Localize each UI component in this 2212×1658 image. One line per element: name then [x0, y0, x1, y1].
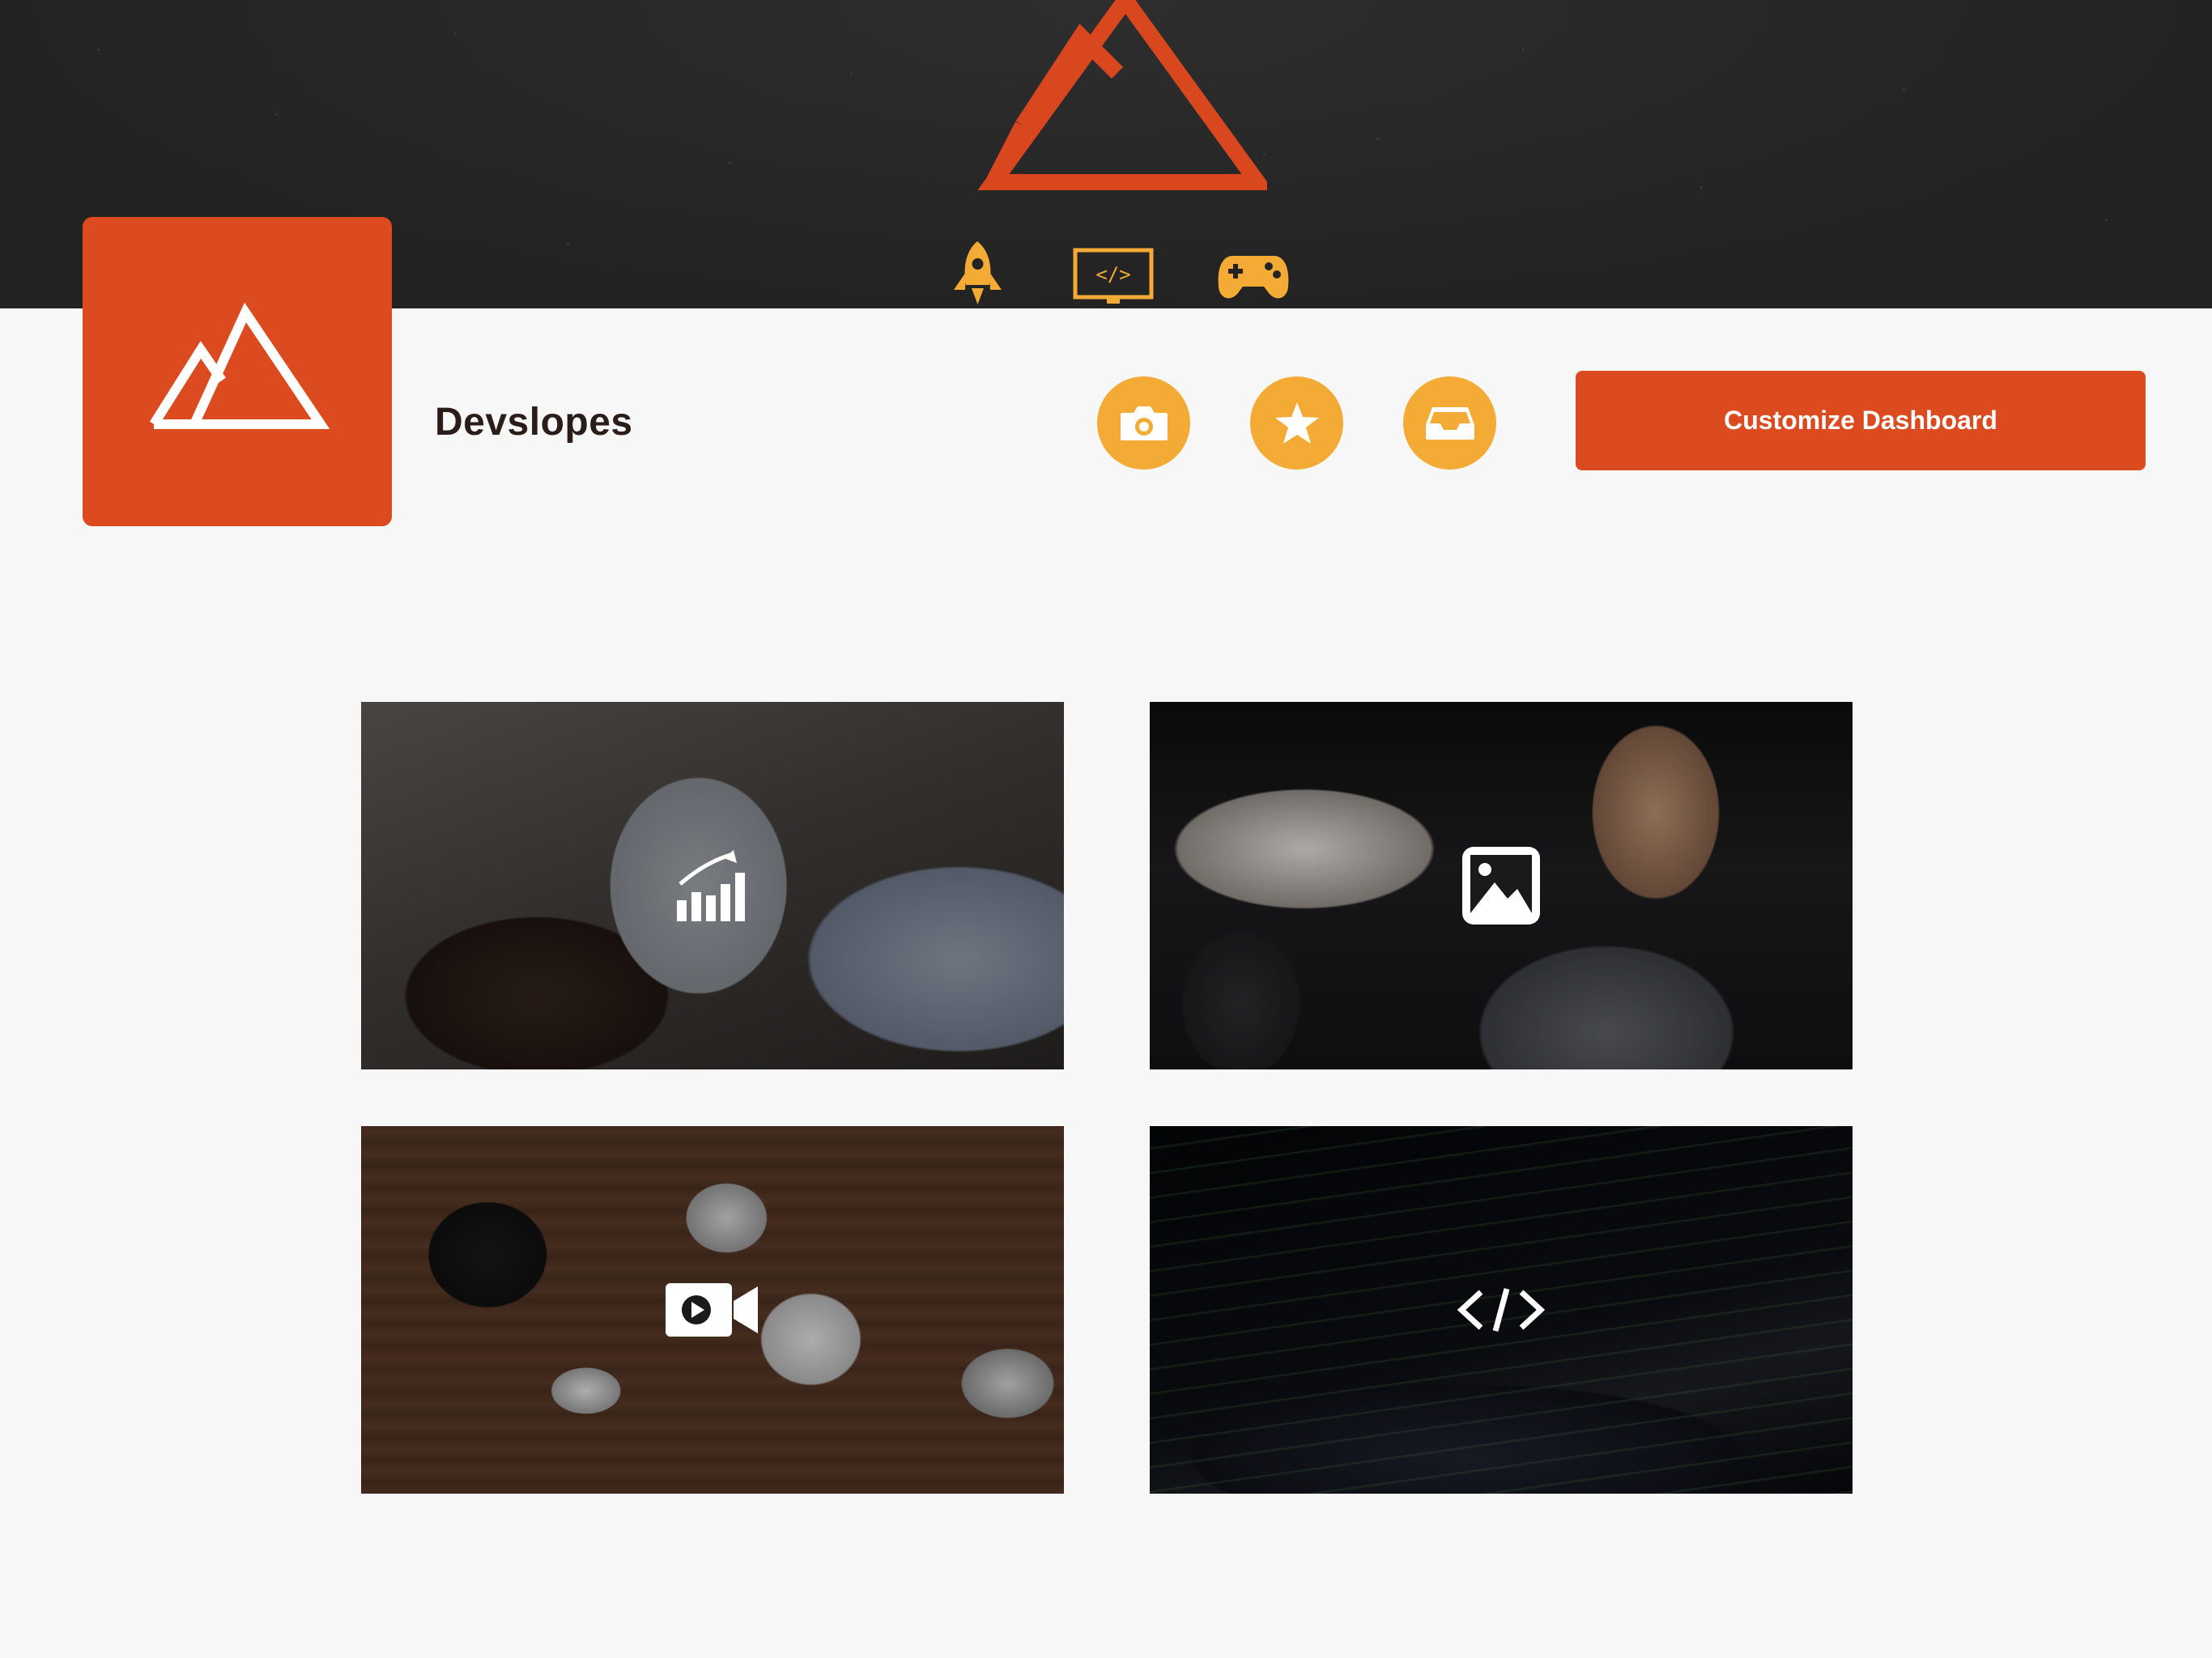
svg-text:</>: </> — [1095, 263, 1130, 286]
inbox-icon — [1425, 406, 1474, 440]
camera-button[interactable] — [1097, 376, 1190, 470]
nav-code[interactable]: </> — [1073, 248, 1154, 308]
rocket-icon — [954, 241, 1002, 304]
inbox-button[interactable] — [1403, 376, 1496, 470]
star-icon — [1274, 402, 1319, 444]
image-icon — [1462, 847, 1540, 925]
camera-icon — [1120, 406, 1168, 440]
nav-rocket[interactable] — [947, 240, 1008, 308]
chart-icon — [677, 850, 745, 921]
code-monitor-icon: </> — [1073, 248, 1154, 304]
profile-avatar — [83, 217, 392, 526]
card-images[interactable] — [1150, 702, 1853, 1069]
card-analytics[interactable] — [361, 702, 1064, 1069]
favorites-button[interactable] — [1250, 376, 1343, 470]
gamepad-icon — [1218, 256, 1289, 299]
video-camera-icon — [666, 1283, 758, 1337]
profile-name: Devslopes — [435, 401, 633, 444]
customize-dashboard-button[interactable]: Customize Dashboard — [1576, 371, 2146, 470]
brand-logo-icon — [977, 0, 1267, 190]
card-code[interactable] — [1150, 1126, 1853, 1494]
code-icon — [1457, 1288, 1546, 1332]
nav-games[interactable] — [1217, 253, 1290, 307]
card-videos[interactable] — [361, 1126, 1064, 1494]
mountain-logo-icon — [149, 303, 330, 429]
